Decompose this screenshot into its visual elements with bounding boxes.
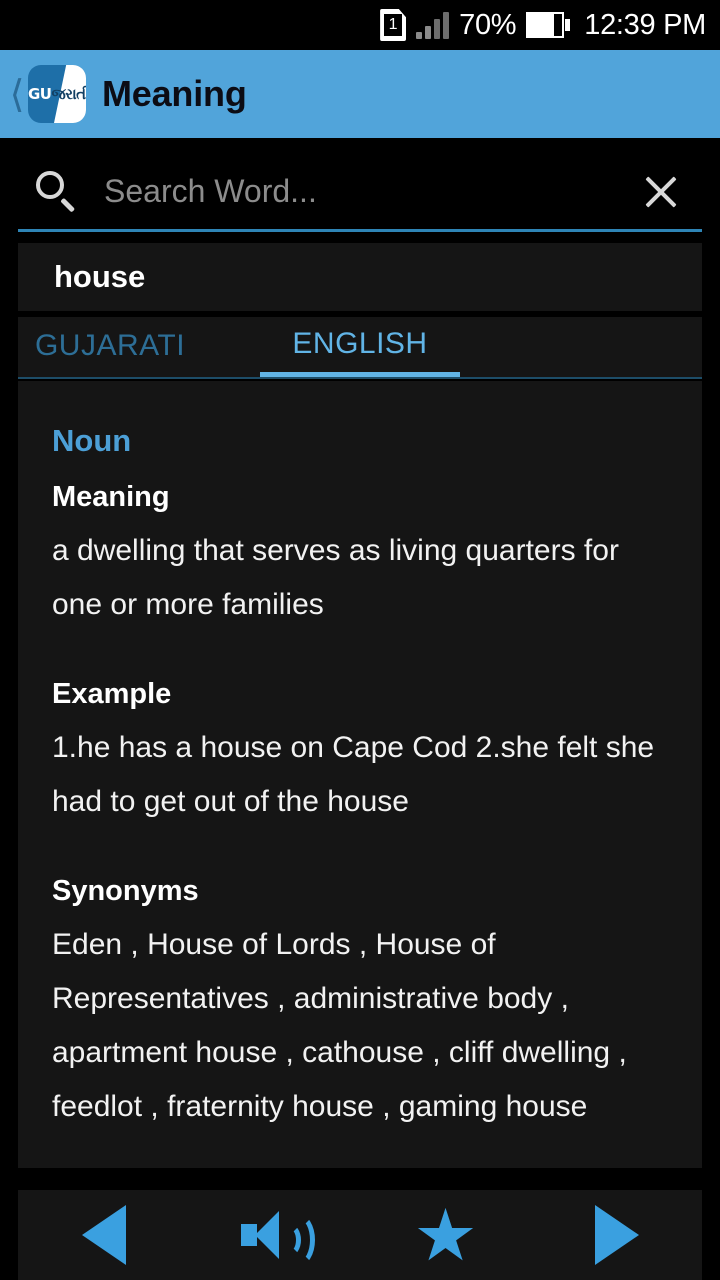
meaning-text: a dwelling that serves as living quarter… <box>52 534 619 621</box>
previous-button[interactable] <box>18 1190 189 1280</box>
status-bar-icons: 1 70% 12:39 PM <box>380 9 706 42</box>
sim-card-icon: 1 <box>380 9 407 41</box>
favorite-button[interactable]: ★ <box>360 1190 531 1280</box>
sim-slot-number: 1 <box>384 14 403 36</box>
page-title: Meaning <box>102 73 247 114</box>
meaning-heading: Meaning <box>52 481 170 513</box>
example-text: 1.he has a house on Cape Cod 2.she felt … <box>52 731 655 818</box>
synonyms-heading: Synonyms <box>52 875 199 907</box>
word-header-card: house <box>18 243 702 311</box>
synonyms-text: Eden , House of Lords , House of Represe… <box>52 928 627 1123</box>
clock-label: 12:39 PM <box>584 8 706 41</box>
signal-bars-icon <box>416 11 450 39</box>
app-logo-label-latin: GU <box>28 85 52 103</box>
next-button[interactable] <box>531 1190 702 1280</box>
language-tabs: GUJARATI ENGLISH <box>18 317 702 379</box>
search-row <box>18 154 702 232</box>
part-of-speech-label: Noun <box>52 423 132 458</box>
current-word-label: house <box>54 259 146 294</box>
status-bar: 1 70% 12:39 PM <box>0 0 720 50</box>
triangle-left-icon <box>81 1205 126 1265</box>
example-heading: Example <box>52 678 172 710</box>
search-bar <box>0 138 720 238</box>
battery-percent-label: 70% <box>459 8 517 41</box>
bottom-navigation-bar: ★ <box>18 1190 702 1280</box>
definition-content: Noun Meaning a dwelling that serves as l… <box>18 381 702 1134</box>
speaker-icon <box>239 1205 315 1266</box>
example-section: Example 1.he has a house on Cape Cod 2.s… <box>52 678 668 829</box>
synonyms-section: Synonyms Eden , House of Lords , House o… <box>52 875 668 1134</box>
tab-gujarati[interactable]: GUJARATI <box>2 315 218 377</box>
star-icon: ★ <box>413 1193 478 1277</box>
close-icon[interactable] <box>634 165 688 219</box>
meaning-section: Meaning a dwelling that serves as living… <box>52 481 668 632</box>
back-chevron-icon[interactable]: ⟨ <box>6 75 28 113</box>
app-screen: 1 70% 12:39 PM ⟨ GUજરાતી Meaning Search … <box>0 0 720 1280</box>
search-icon[interactable] <box>34 169 80 215</box>
app-logo-label: GUજરાતી <box>28 85 86 103</box>
speak-button[interactable] <box>189 1190 360 1280</box>
triangle-right-icon <box>594 1205 639 1265</box>
definition-panel[interactable]: Noun Meaning a dwelling that serves as l… <box>18 381 702 1168</box>
app-header: ⟨ GUજરાતી Meaning <box>0 50 720 138</box>
app-logo-icon[interactable]: GUજરાતી <box>28 65 86 123</box>
app-logo-label-gujarati: જરાતી <box>51 85 87 103</box>
battery-icon <box>526 12 571 38</box>
search-input[interactable] <box>104 173 634 210</box>
tab-english[interactable]: ENGLISH <box>260 315 460 377</box>
